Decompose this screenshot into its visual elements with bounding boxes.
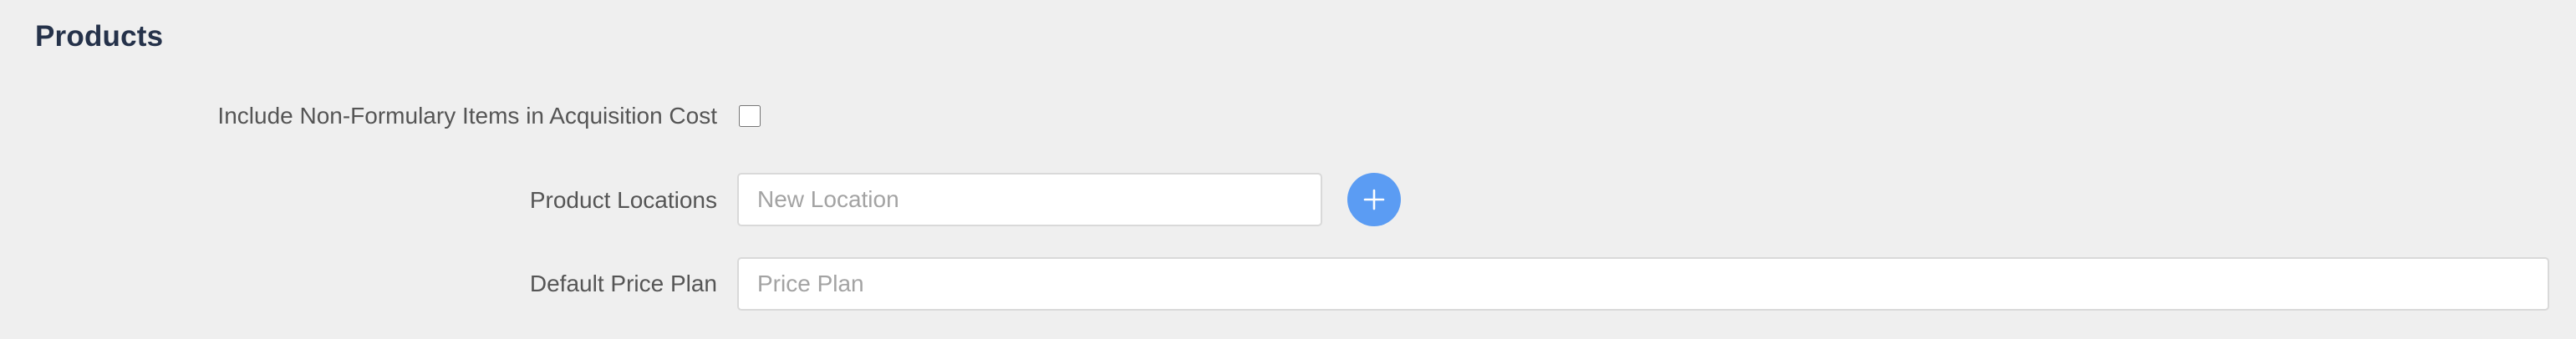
non-formulary-checkbox[interactable]: [739, 105, 761, 127]
product-locations-label: Product Locations: [529, 187, 717, 213]
new-location-input[interactable]: [737, 173, 1322, 226]
price-plan-input[interactable]: [737, 257, 2549, 311]
default-price-plan-label: Default Price Plan: [529, 271, 717, 296]
section-title: Products: [35, 20, 164, 53]
non-formulary-label: Include Non-Formulary Items in Acquisiti…: [217, 103, 717, 129]
add-location-button[interactable]: [1347, 173, 1401, 226]
plus-icon: [1363, 189, 1385, 210]
